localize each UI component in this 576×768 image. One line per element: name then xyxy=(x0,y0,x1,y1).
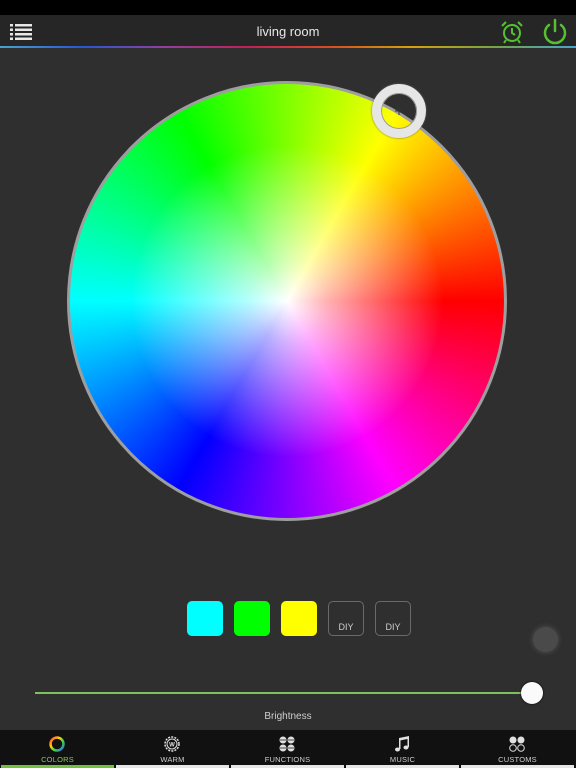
top-bar: living room xyxy=(0,15,576,48)
crosshair-icon xyxy=(395,107,403,115)
tab-music[interactable]: MUSIC xyxy=(345,730,460,768)
preset-swatch-diy-1[interactable]: DIY xyxy=(328,601,364,636)
power-button[interactable] xyxy=(540,17,570,47)
tab-label: CUSTOMS xyxy=(498,755,537,764)
bottom-tab-bar: COLORS W WARM FUNCTIONS MUSIC CUSTOMS xyxy=(0,730,576,768)
page-title: living room xyxy=(256,24,320,39)
tab-functions[interactable]: FUNCTIONS xyxy=(230,730,345,768)
color-ring-icon xyxy=(49,736,65,752)
status-bar xyxy=(0,0,576,15)
music-note-icon xyxy=(395,736,409,752)
functions-grid-icon xyxy=(279,736,295,752)
tab-customs[interactable]: CUSTOMS xyxy=(460,730,575,768)
tab-label: FUNCTIONS xyxy=(264,755,311,764)
preset-swatch-cyan[interactable] xyxy=(187,601,223,636)
diy-label: DIY xyxy=(338,622,354,632)
tab-label: COLORS xyxy=(41,755,74,764)
alarm-clock-icon xyxy=(501,21,523,44)
preset-swatch-diy-2[interactable]: DIY xyxy=(375,601,411,636)
preset-swatch-green[interactable] xyxy=(234,601,270,636)
power-icon xyxy=(543,18,567,45)
brightness-slider-track[interactable] xyxy=(35,692,532,694)
floating-assist-button[interactable] xyxy=(533,627,558,652)
tab-warm[interactable]: W WARM xyxy=(115,730,230,768)
diy-label: DIY xyxy=(385,622,401,632)
color-picker-handle[interactable] xyxy=(372,84,426,138)
header-divider xyxy=(0,46,576,48)
brightness-label: Brightness xyxy=(264,711,312,722)
color-wheel[interactable] xyxy=(67,81,507,521)
tab-colors[interactable]: COLORS xyxy=(0,730,115,768)
svg-text:W: W xyxy=(169,743,175,749)
tab-label: WARM xyxy=(160,755,185,764)
customs-circles-icon xyxy=(509,736,525,752)
preset-swatch-yellow[interactable] xyxy=(281,601,317,636)
alarm-button[interactable] xyxy=(499,19,525,45)
warm-gear-icon: W xyxy=(164,736,180,752)
brightness-slider-thumb[interactable] xyxy=(521,682,543,704)
tab-label: MUSIC xyxy=(389,755,416,764)
